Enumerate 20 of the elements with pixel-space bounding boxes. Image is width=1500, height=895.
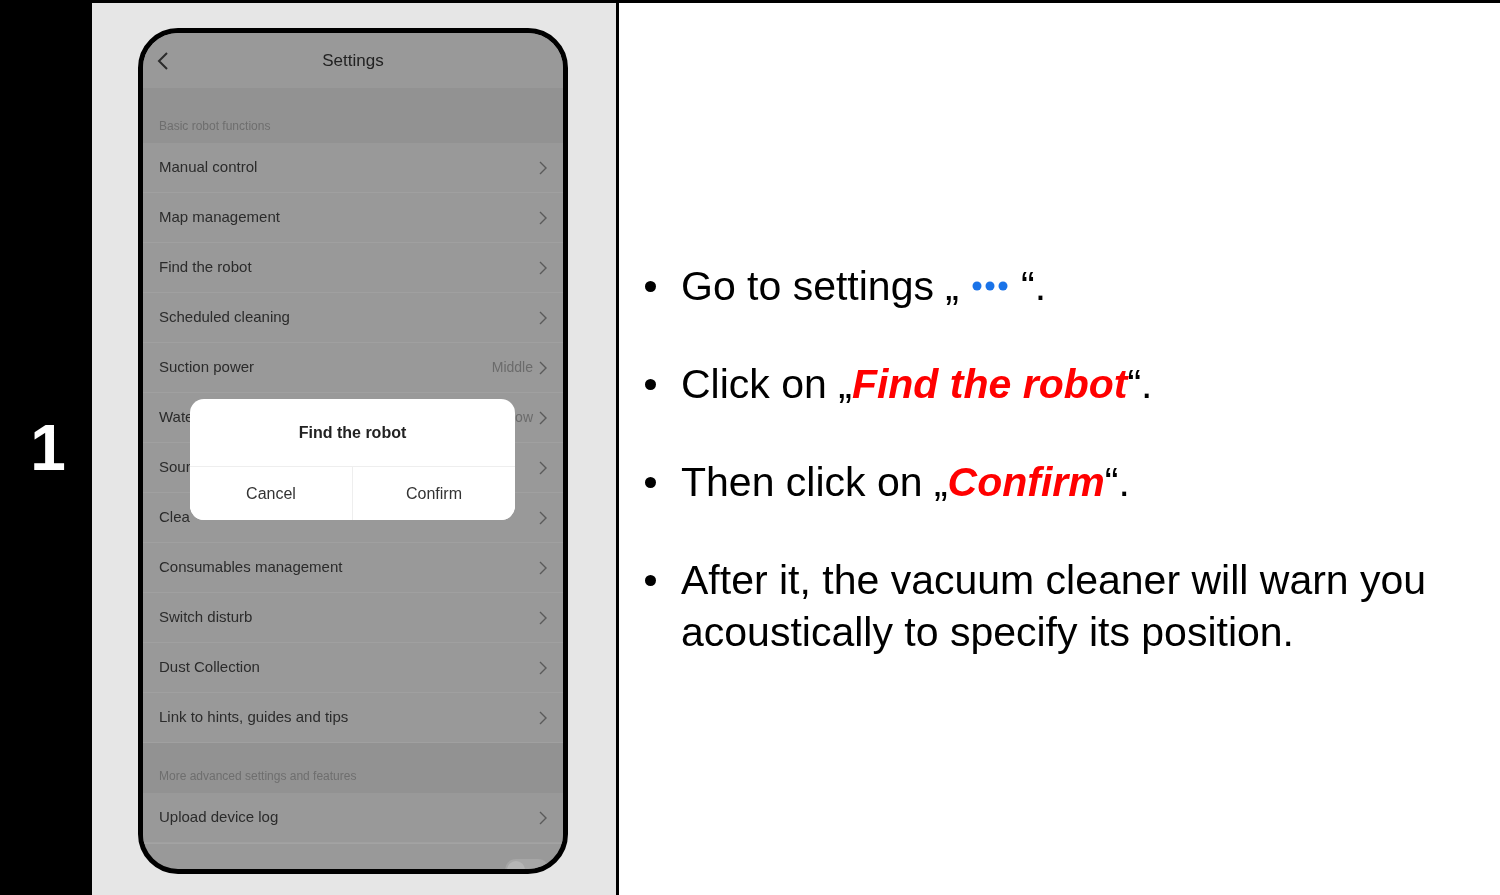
row-label: Dust Collection — [159, 657, 261, 678]
row-label: Manual control — [159, 157, 259, 178]
instruction-text: Click on „Find the robot“. — [681, 360, 1153, 409]
row-label: Consumables management — [159, 557, 344, 578]
instruction-text: Then click on „Confirm“. — [681, 458, 1130, 507]
instruction-text: Go to settings „ — [681, 262, 959, 311]
row-label: Sour — [159, 457, 192, 478]
row-label: Clea — [159, 507, 191, 528]
row-label: Link to hints, guides and tips — [159, 707, 350, 728]
row-label: Upload device log — [159, 807, 280, 828]
step-number: 1 — [30, 410, 66, 486]
row-label: Scheduled cleaning — [159, 307, 291, 328]
instruction-text: “. — [1021, 262, 1047, 311]
screen-title: Settings — [322, 49, 384, 72]
row-label: Find the robot — [159, 257, 253, 278]
row-label: Switch disturb — [159, 607, 254, 628]
row-label: Map management — [159, 207, 281, 228]
dialog-title: Find the robot — [298, 422, 407, 443]
instruction-text: After it, the vacuum cleaner will warn you acoustically to specify its position. — [681, 556, 1428, 657]
row-label: Suction power — [159, 357, 256, 378]
